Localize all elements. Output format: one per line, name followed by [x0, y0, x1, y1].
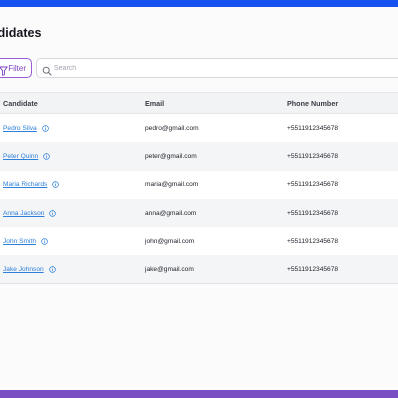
- table-body: Pedro Silva pedro@gmail.com +55119123456…: [0, 114, 398, 284]
- candidate-cell: Anna Jackson: [3, 199, 57, 227]
- candidate-cell: Pedro Silva: [3, 114, 49, 142]
- phone-cell: +5511912345678: [287, 124, 339, 132]
- email-cell: john@gmail.com: [145, 237, 195, 245]
- column-header-phone[interactable]: Phone Number: [287, 93, 338, 113]
- candidate-cell: Peter Quinn: [3, 142, 50, 170]
- page-title: ndidates: [0, 26, 42, 40]
- candidate-cell: Jake Johnson: [3, 255, 56, 282]
- candidate-name-link[interactable]: Peter Quinn: [3, 153, 38, 160]
- table-row: Jake Johnson jake@gmail.com +55119123456…: [0, 255, 398, 284]
- filter-button[interactable]: Filter: [0, 58, 32, 78]
- search-icon: [42, 63, 52, 81]
- email-cell: anna@gmail.com: [145, 209, 197, 217]
- search-input[interactable]: [54, 61, 384, 75]
- search-box[interactable]: [36, 58, 398, 78]
- phone-cell: +5511912345678: [287, 265, 339, 273]
- candidate-name-link[interactable]: Anna Jackson: [3, 210, 44, 217]
- candidate-cell: John Smith: [3, 227, 48, 255]
- column-header-candidate[interactable]: Candidate: [3, 93, 38, 113]
- column-header-email[interactable]: Email: [145, 93, 164, 113]
- table-row: Maria Richards maria@gmail.com +55119123…: [0, 170, 398, 199]
- email-cell: pedro@gmail.com: [145, 124, 199, 132]
- table-row: John Smith john@gmail.com +5511912345678: [0, 227, 398, 256]
- candidate-name-link[interactable]: Maria Richards: [3, 181, 47, 188]
- phone-cell: +5511912345678: [287, 209, 339, 217]
- info-icon[interactable]: [49, 209, 57, 217]
- info-icon[interactable]: [41, 238, 48, 245]
- table-row: Anna Jackson anna@gmail.com +55119123456…: [0, 198, 398, 228]
- candidate-cell: Maria Richards: [3, 171, 60, 199]
- table-row: Pedro Silva pedro@gmail.com +55119123456…: [0, 114, 398, 143]
- candidates-table: Candidate Email Phone Number Pedro Silva…: [0, 92, 398, 284]
- phone-cell: +5511912345678: [287, 152, 339, 160]
- top-accent-bar: [0, 0, 398, 7]
- table-header-row: Candidate Email Phone Number: [0, 93, 398, 114]
- bottom-accent-bar: [0, 390, 398, 398]
- filter-label: Filter: [8, 63, 26, 73]
- phone-cell: +5511912345678: [287, 181, 339, 189]
- info-icon[interactable]: [43, 153, 50, 160]
- email-cell: maria@gmail.com: [145, 181, 199, 189]
- filter-icon: [0, 63, 8, 81]
- info-icon[interactable]: [52, 181, 60, 188]
- candidate-name-link[interactable]: John Smith: [3, 238, 36, 245]
- info-icon[interactable]: [41, 124, 49, 132]
- info-icon[interactable]: [48, 265, 56, 273]
- phone-cell: +5511912345678: [287, 237, 339, 245]
- email-cell: peter@gmail.com: [145, 152, 197, 160]
- email-cell: jake@gmail.com: [145, 265, 194, 273]
- table-row: Peter Quinn peter@gmail.com +55119123456…: [0, 142, 398, 171]
- candidate-name-link[interactable]: Jake Johnson: [3, 266, 44, 273]
- candidate-name-link[interactable]: Pedro Silva: [3, 125, 37, 132]
